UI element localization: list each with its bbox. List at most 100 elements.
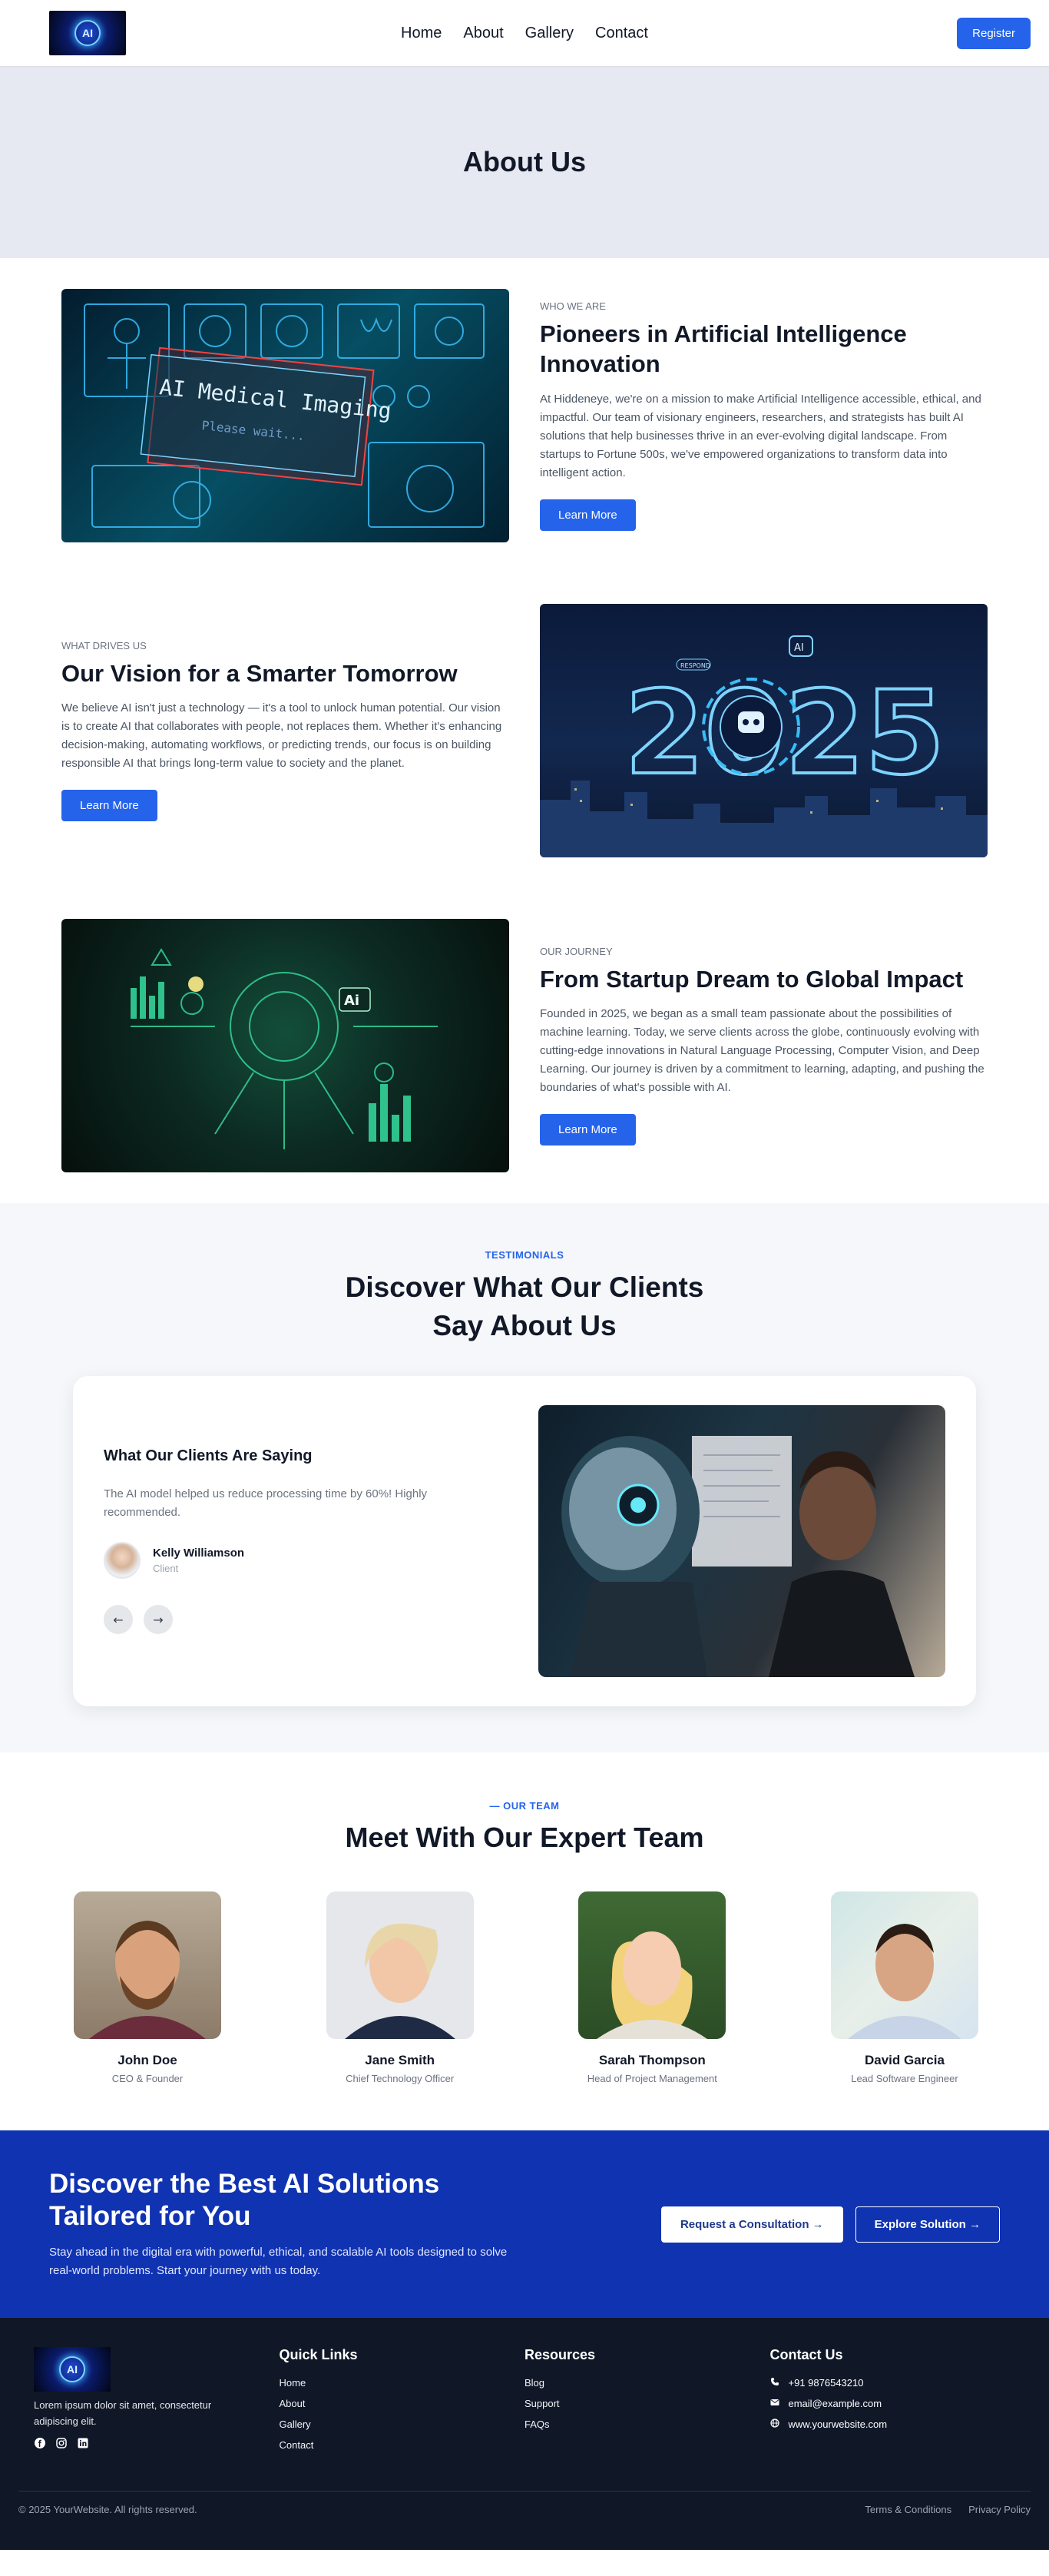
quick-links-heading: Quick Links xyxy=(279,2347,358,2363)
section-body: We believe AI isn't just a technology — … xyxy=(61,701,502,771)
contact-phone[interactable]: +91 9876543210 xyxy=(770,2377,1016,2389)
member-photo xyxy=(578,1891,726,2040)
footer-brand: AI Lorem ipsum dolor sit amet, consectet… xyxy=(34,2347,280,2460)
nav-link-gallery[interactable]: Gallery xyxy=(525,25,574,42)
footer-quick-links: Quick Links Home About Gallery Contact xyxy=(280,2347,525,2460)
nav-link-contact[interactable]: Contact xyxy=(595,25,648,42)
respond-tag: RESPOND xyxy=(680,662,710,669)
navbar: AI Home About Gallery Contact Register xyxy=(0,0,1049,66)
page-title: About Us xyxy=(463,146,586,177)
footer-grid: AI Lorem ipsum dolor sit amet, consectet… xyxy=(18,2347,1031,2460)
member-name: Sarah Thompson xyxy=(598,2053,706,2068)
learn-more-button[interactable]: Learn More xyxy=(61,790,157,822)
portrait-illustration xyxy=(597,1931,708,2040)
member-photo xyxy=(326,1891,474,2040)
section-heading: From Startup Dream to Global Impact xyxy=(540,965,964,993)
phone-number: +91 9876543210 xyxy=(788,2377,864,2389)
testimonials-title: Discover What Our Clients Say About Us xyxy=(0,1268,1049,1345)
member-name: Jane Smith xyxy=(365,2053,435,2068)
member-role: CEO & Founder xyxy=(111,2073,184,2085)
footer-link-blog[interactable]: Blog xyxy=(524,2377,770,2389)
team-grid: John Doe CEO & Founder Jane Smith Chief … xyxy=(0,1891,1049,2084)
footer-about-text: Lorem ipsum dolor sit amet, consectetur … xyxy=(34,2399,212,2427)
cta-body: Stay ahead in the digital era with power… xyxy=(49,2245,508,2278)
medical-imaging-image: AI Medical Imaging Please wait... xyxy=(61,289,509,542)
section-heading: Our Vision for a Smarter Tomorrow xyxy=(61,659,458,687)
author-role: Client xyxy=(153,1563,179,1575)
contact-email[interactable]: email@example.com xyxy=(769,2398,1016,2410)
team-eyebrow: — OUR TEAM xyxy=(489,1799,560,1812)
learn-more-button[interactable]: Learn More xyxy=(540,499,636,531)
copyright-text: © 2025 YourWebsite. All rights reserved. xyxy=(18,2504,197,2516)
footer-link-contact[interactable]: Contact xyxy=(280,2439,525,2451)
footer-logo[interactable]: AI xyxy=(34,2347,111,2392)
privacy-link[interactable]: Privacy Policy xyxy=(968,2504,1031,2515)
member-photo xyxy=(830,1891,978,2040)
site-logo[interactable]: AI xyxy=(49,11,126,55)
avatar xyxy=(104,1542,141,1580)
footer-link-home[interactable]: Home xyxy=(280,2377,525,2389)
instagram-icon[interactable] xyxy=(55,2437,68,2449)
footer-link-support[interactable]: Support xyxy=(524,2398,770,2409)
footer-resources: Resources Blog Support FAQs xyxy=(524,2347,770,2460)
next-arrow-icon[interactable]: → xyxy=(144,1605,173,1635)
site-footer: AI Lorem ipsum dolor sit amet, consectet… xyxy=(0,2318,1049,2551)
email-address: email@example.com xyxy=(788,2398,882,2410)
team-member-card: Jane Smith Chief Technology Officer xyxy=(323,1891,477,2084)
robot-and-man-image xyxy=(538,1404,945,1677)
section-eyebrow: WHAT DRIVES US xyxy=(61,639,147,651)
section-eyebrow: WHO WE ARE xyxy=(540,300,606,313)
cta-text: Discover the Best AI Solutions Tailored … xyxy=(49,2168,525,2282)
cta-heading: Discover the Best AI Solutions Tailored … xyxy=(49,2168,440,2231)
nav-link-about[interactable]: About xyxy=(463,25,503,42)
request-consultation-button[interactable]: Request a Consultation → xyxy=(660,2206,843,2243)
facebook-icon[interactable] xyxy=(34,2437,46,2449)
footer-link-about[interactable]: About xyxy=(280,2398,525,2409)
about-text: WHO WE ARE Pioneers in Artificial Intell… xyxy=(540,300,988,531)
cta-buttons: Request a Consultation → Explore Solutio… xyxy=(660,2206,1000,2243)
social-links xyxy=(34,2437,280,2449)
footer-link-gallery[interactable]: Gallery xyxy=(280,2419,525,2430)
ai-badge: AI xyxy=(794,642,804,654)
testimonials-title-line1: Discover What Our Clients xyxy=(345,1271,704,1303)
prev-arrow-icon[interactable]: ← xyxy=(104,1605,133,1635)
logo-mark: AI xyxy=(74,20,101,46)
team-member-card: David Garcia Lead Software Engineer xyxy=(828,1891,981,2084)
member-name: John Doe xyxy=(117,2053,177,2068)
year-text: 2025 xyxy=(624,667,945,801)
member-role: Chief Technology Officer xyxy=(346,2073,455,2085)
legal-links: Terms & Conditions Privacy Policy xyxy=(865,2504,1031,2515)
section-body: At Hiddeneye, we're on a mission to make… xyxy=(540,392,981,479)
linkedin-icon[interactable] xyxy=(77,2437,89,2449)
about-text: WHAT DRIVES US Our Vision for a Smarter … xyxy=(61,640,509,822)
carousel-controls: ← → xyxy=(104,1605,508,1635)
register-button[interactable]: Register xyxy=(957,17,1031,49)
section-heading: Pioneers in Artificial Intelligence Inno… xyxy=(540,320,907,377)
section-body: Founded in 2025, we began as a small tea… xyxy=(540,1007,984,1095)
testimonial-card: What Our Clients Are Saying The AI model… xyxy=(73,1375,976,1706)
footer-contact: Contact Us +91 9876543210 email@example.… xyxy=(770,2347,1016,2460)
nav-link-home[interactable]: Home xyxy=(401,25,442,42)
journey-illustration: Ai xyxy=(131,948,438,1149)
about-block-who-we-are: AI Medical Imaging Please wait... WHO WE… xyxy=(0,289,1049,542)
medical-imaging-illustration: AI Medical Imaging Please wait... xyxy=(84,303,485,528)
vision-2025-illustration: 2025 AI RESPOND xyxy=(540,635,988,857)
cta-banner: Discover the Best AI Solutions Tailored … xyxy=(0,2130,1049,2319)
logo-mark: AI xyxy=(59,2356,85,2383)
footer-link-faqs[interactable]: FAQs xyxy=(524,2419,770,2430)
learn-more-button[interactable]: Learn More xyxy=(540,1114,636,1146)
contact-website[interactable]: www.yourwebsite.com xyxy=(769,2419,1016,2430)
testimonial-quote: The AI model helped us reduce processing… xyxy=(104,1487,428,1520)
ai-badge: Ai xyxy=(344,993,359,1009)
team-section: — OUR TEAM Meet With Our Expert Team Joh… xyxy=(0,1752,1049,2131)
terms-link[interactable]: Terms & Conditions xyxy=(865,2504,951,2515)
vision-2025-image: 2025 AI RESPOND xyxy=(540,604,988,857)
robot-illustration xyxy=(561,1435,915,1677)
testimonial-author: Kelly Williamson Client xyxy=(104,1542,508,1580)
page-hero: About Us xyxy=(0,66,1049,258)
explore-solution-button[interactable]: Explore Solution → xyxy=(855,2206,1000,2243)
about-block-journey: Ai OUR JOURNEY From Startup Dream to Glo… xyxy=(0,919,1049,1172)
footer-bottom-bar: © 2025 YourWebsite. All rights reserved.… xyxy=(18,2491,1031,2515)
testimonials-eyebrow: TESTIMONIALS xyxy=(485,1249,564,1261)
testimonial-content: What Our Clients Are Saying The AI model… xyxy=(104,1447,508,1635)
